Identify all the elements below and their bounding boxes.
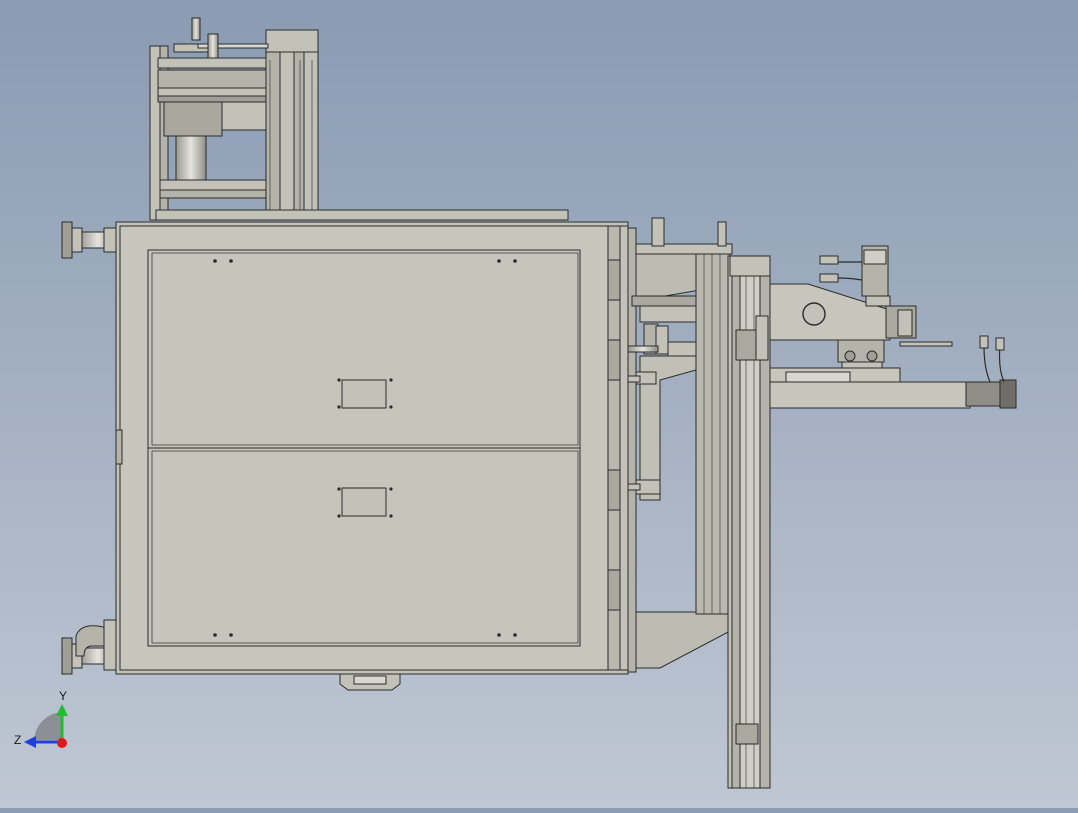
z-axis-label: Z bbox=[14, 733, 21, 747]
rotary-head-assembly bbox=[769, 245, 1017, 409]
y-axis-arrowhead-icon bbox=[56, 704, 68, 716]
vertical-linear-rail bbox=[727, 255, 771, 789]
x-axis-dot-icon bbox=[57, 738, 67, 748]
top-lift-frame bbox=[149, 17, 569, 221]
leveling-foot-bottom bbox=[61, 619, 117, 675]
y-axis-label: Y bbox=[59, 689, 67, 703]
leveling-foot-top bbox=[61, 221, 117, 259]
coordinate-triad: Y Z bbox=[14, 689, 68, 748]
cad-viewport[interactable]: Y Z bbox=[0, 0, 1078, 808]
triad-plane-icon bbox=[34, 712, 62, 740]
side-bracket bbox=[627, 217, 733, 673]
machine-drawing: Y Z bbox=[14, 17, 1017, 789]
z-axis-arrowhead-icon bbox=[24, 736, 36, 748]
main-cabinet bbox=[115, 221, 629, 691]
